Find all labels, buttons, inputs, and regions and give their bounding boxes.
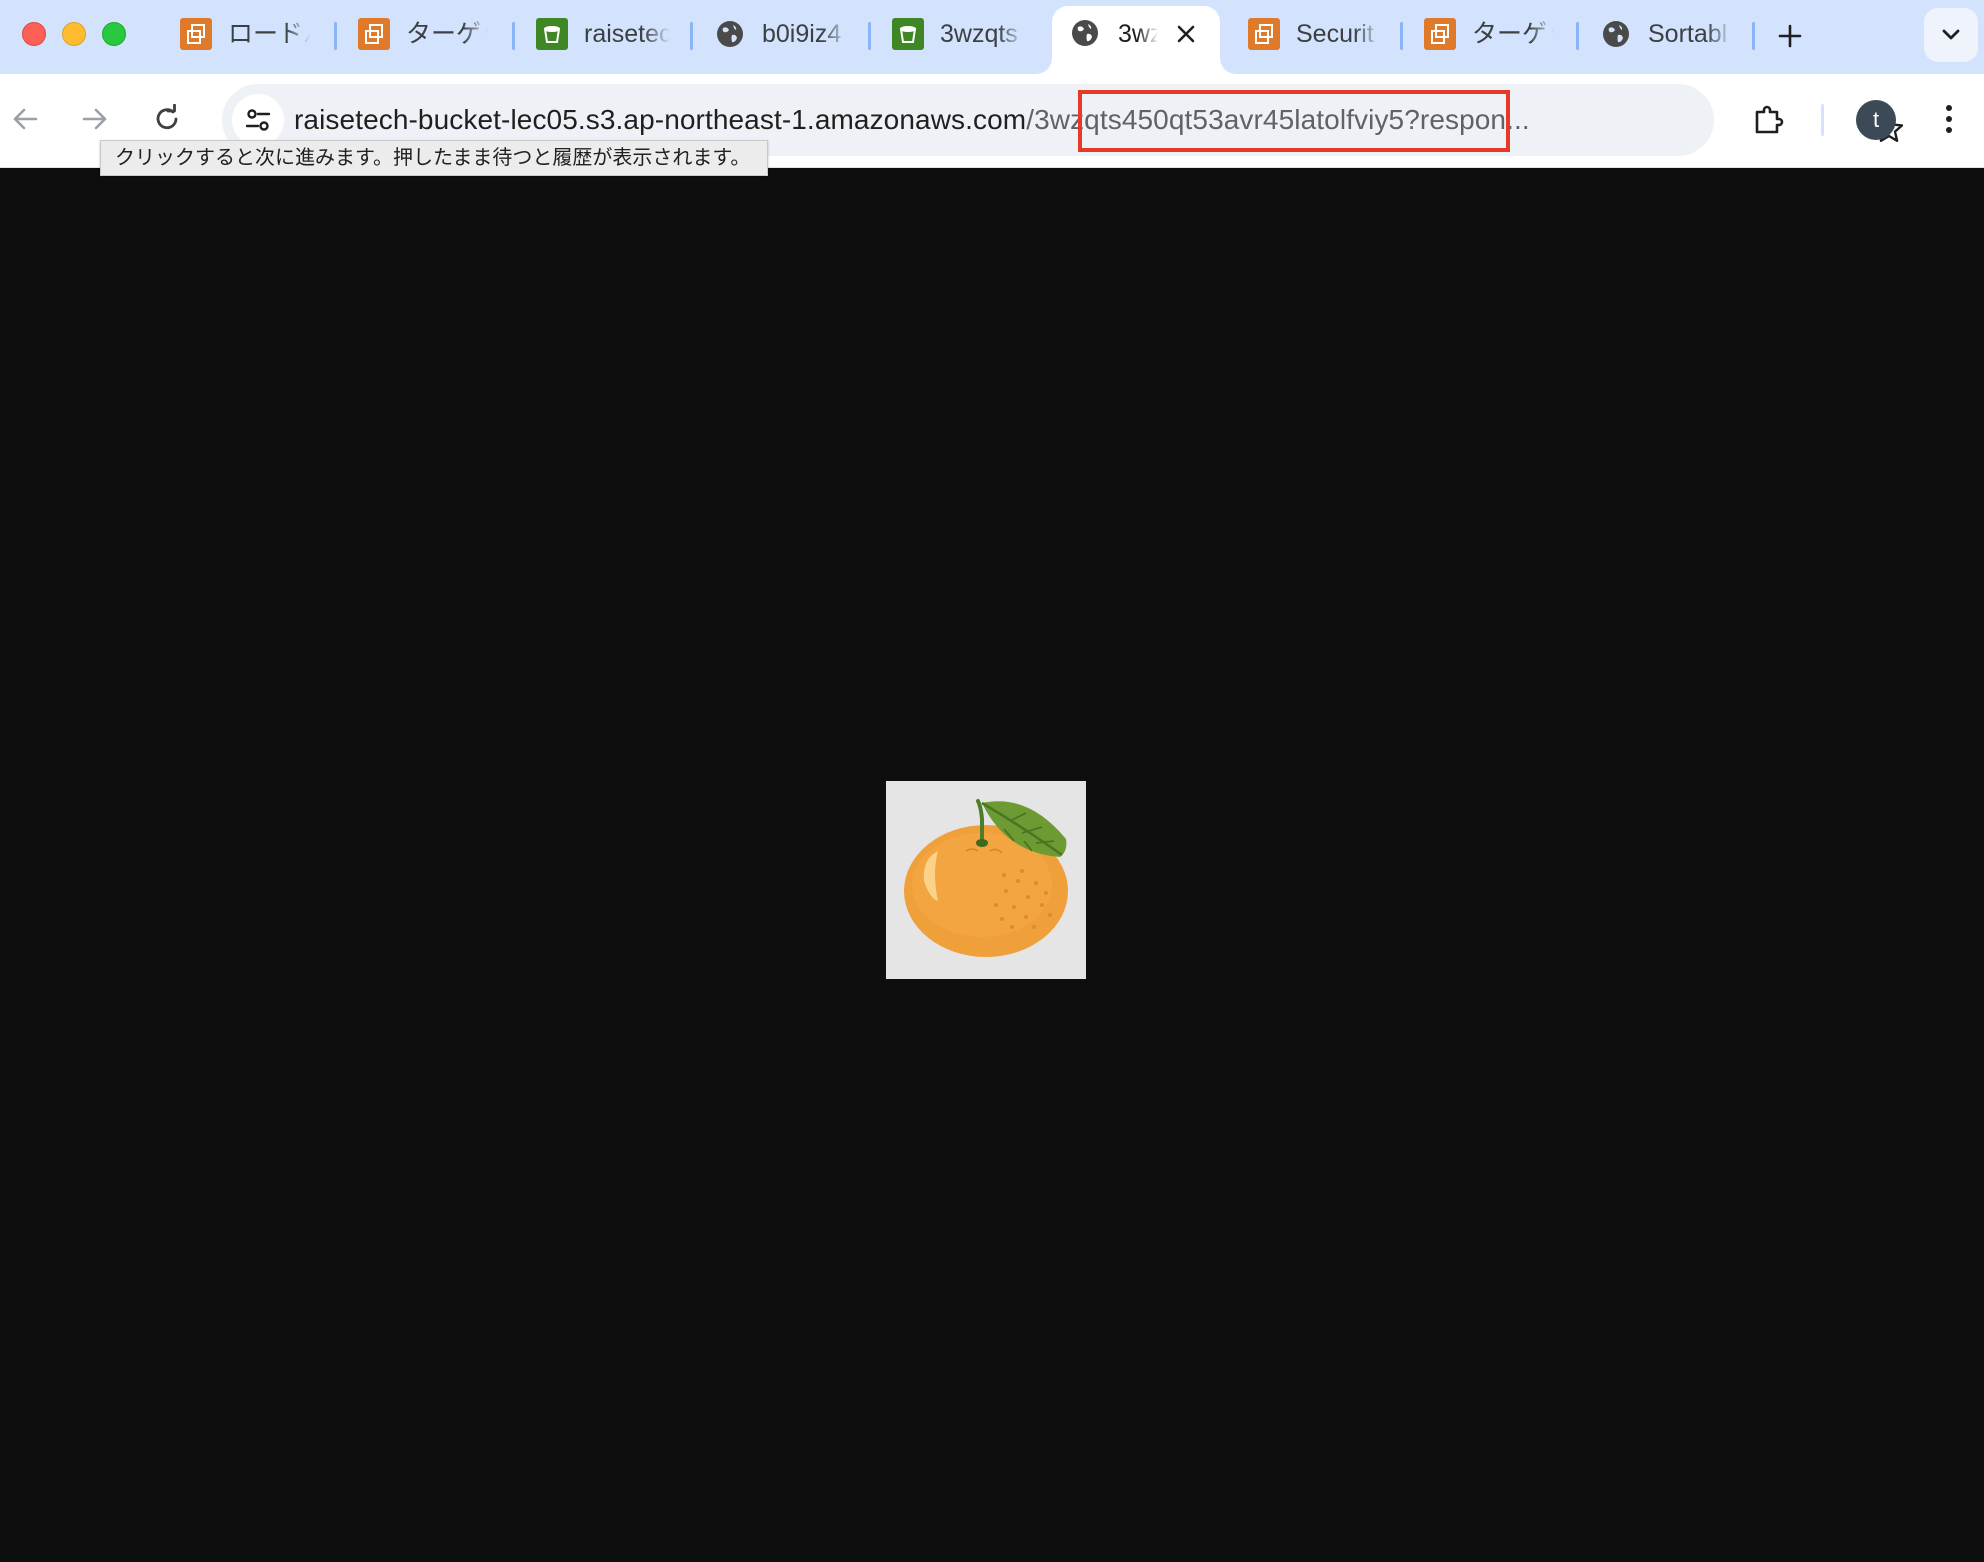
aws-ec2-icon — [1424, 18, 1456, 50]
extensions-puzzle-icon[interactable] — [1744, 94, 1794, 144]
close-window-button[interactable] — [22, 22, 46, 46]
forward-button-tooltip: クリックすると次に進みます。押したまま待つと履歴が表示されます。 — [100, 140, 768, 176]
tab-separator — [1752, 22, 1755, 50]
tab-label: ロードバ — [228, 20, 310, 48]
page-content — [0, 168, 1984, 1562]
maximize-window-button[interactable] — [102, 22, 126, 46]
tab-label: b0i9iz4 — [762, 20, 842, 48]
globe-icon — [1070, 18, 1102, 50]
url-host: raisetech-bucket-lec05.s3.ap-northeast-1… — [294, 104, 1027, 135]
tab-separator — [1400, 22, 1403, 50]
url-path: /3wzqts450qt53avr45latolfviy5? — [1026, 104, 1420, 135]
tab-2[interactable]: raisetec — [536, 0, 670, 74]
more-menu-kebab-icon[interactable] — [1924, 94, 1974, 144]
back-arrow-icon[interactable] — [0, 94, 50, 144]
site-info-tune-icon[interactable] — [232, 94, 284, 146]
tab-5-active[interactable]: 3wz — [1052, 6, 1220, 74]
aws-s3-icon — [892, 18, 924, 50]
tab-3[interactable]: b0i9iz4 — [714, 0, 844, 74]
tab-separator — [512, 22, 515, 50]
tab-label: Sortabl — [1648, 20, 1728, 48]
tab-separator — [1576, 22, 1579, 50]
tab-label: ターゲッ — [1472, 20, 1554, 48]
tab-1[interactable]: ターゲッ — [358, 0, 488, 74]
tab-4[interactable]: 3wzqts — [892, 0, 1022, 74]
toolbar-divider — [1821, 104, 1824, 136]
tangerine-image — [886, 781, 1086, 979]
tab-8[interactable]: Sortabl — [1600, 0, 1730, 74]
tab-label: 3wzqts — [940, 20, 1018, 48]
globe-icon — [714, 18, 746, 50]
tab-separator — [868, 22, 871, 50]
forward-arrow-icon[interactable] — [70, 94, 120, 144]
tab-label: 3wz — [1118, 20, 1158, 48]
url-query: respon... — [1419, 104, 1530, 135]
aws-ec2-icon — [1248, 18, 1280, 50]
tab-6[interactable]: Securit — [1248, 0, 1378, 74]
profile-avatar[interactable]: t — [1856, 100, 1896, 140]
new-tab-plus-icon[interactable] — [1772, 18, 1808, 54]
tab-strip: ロードバ ターゲッ raisetec b0i9iz4 3wzqts — [0, 0, 1984, 74]
tab-search-chevron-down-icon[interactable] — [1924, 8, 1978, 62]
tab-label: ターゲッ — [406, 20, 488, 48]
tab-separator — [334, 22, 337, 50]
aws-ec2-icon — [358, 18, 390, 50]
globe-icon — [1600, 18, 1632, 50]
minimize-window-button[interactable] — [62, 22, 86, 46]
close-tab-icon[interactable] — [1170, 18, 1202, 50]
aws-ec2-icon — [180, 18, 212, 50]
tab-separator — [690, 22, 693, 50]
tab-label: Securit — [1296, 20, 1374, 48]
aws-s3-icon — [536, 18, 568, 50]
tab-0[interactable]: ロードバ — [180, 0, 310, 74]
reload-icon[interactable] — [142, 94, 192, 144]
tab-7[interactable]: ターゲッ — [1424, 0, 1554, 74]
tab-label: raisetec — [584, 20, 670, 48]
